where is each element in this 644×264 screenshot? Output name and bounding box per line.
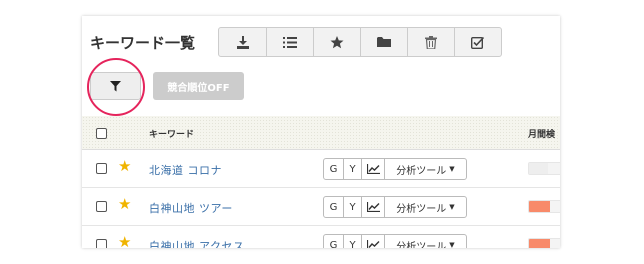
filter-icon bbox=[110, 80, 121, 91]
google-button[interactable]: G bbox=[324, 159, 343, 179]
row-action-group: G Y 分析ツール ▼ bbox=[323, 158, 467, 180]
star-icon[interactable]: ★ bbox=[118, 159, 131, 174]
volume-fill bbox=[529, 201, 550, 212]
check-button[interactable] bbox=[454, 28, 501, 56]
google-button[interactable]: G bbox=[324, 235, 343, 249]
monthly-search-volume-bar bbox=[528, 238, 560, 248]
analysis-tool-label: 分析ツール bbox=[396, 241, 447, 249]
monthly-search-volume-bar bbox=[528, 200, 560, 213]
caret-down-icon: ▼ bbox=[449, 203, 455, 211]
yahoo-button[interactable]: Y bbox=[343, 159, 361, 179]
caret-down-icon: ▼ bbox=[449, 241, 455, 248]
keyword-list-panel: キーワード一覧 競合順位OFF キーワード 月間検 ★ 北海道 コロナ G Y … bbox=[82, 16, 560, 248]
favorite-button[interactable] bbox=[313, 28, 360, 56]
folder-icon bbox=[377, 37, 391, 47]
keyword-link[interactable]: 白神山地 アクセス bbox=[149, 238, 244, 248]
delete-button[interactable] bbox=[407, 28, 454, 56]
chart-line-icon bbox=[366, 240, 379, 248]
row-checkbox[interactable] bbox=[96, 239, 107, 248]
analysis-tool-label: 分析ツール bbox=[396, 203, 447, 215]
page-title: キーワード一覧 bbox=[90, 34, 196, 52]
chart-button[interactable] bbox=[361, 159, 384, 179]
row-action-group: G Y 分析ツール ▼ bbox=[323, 234, 467, 248]
table-header: キーワード 月間検 bbox=[82, 116, 560, 150]
download-icon bbox=[236, 35, 249, 49]
folder-button[interactable] bbox=[360, 28, 407, 56]
table-row: ★ 白神山地 アクセス G Y 分析ツール ▼ bbox=[82, 226, 560, 248]
chart-line-icon bbox=[366, 164, 380, 174]
trash-icon bbox=[425, 35, 437, 49]
yahoo-button[interactable]: Y bbox=[343, 197, 361, 217]
analysis-tool-dropdown[interactable]: 分析ツール ▼ bbox=[384, 159, 466, 179]
google-button[interactable]: G bbox=[324, 197, 343, 217]
monthly-search-volume-bar bbox=[528, 162, 560, 175]
analysis-tool-dropdown[interactable]: 分析ツール ▼ bbox=[384, 197, 466, 217]
row-action-group: G Y 分析ツール ▼ bbox=[323, 196, 467, 218]
star-icon[interactable]: ★ bbox=[118, 235, 131, 249]
list-icon bbox=[283, 36, 297, 48]
volume-fill bbox=[529, 163, 548, 174]
keyword-column-header[interactable]: キーワード bbox=[149, 127, 194, 140]
volume-fill bbox=[529, 239, 550, 248]
caret-down-icon: ▼ bbox=[449, 165, 455, 173]
star-icon[interactable]: ★ bbox=[118, 197, 131, 212]
checkbox-icon bbox=[471, 36, 485, 49]
star-icon bbox=[330, 35, 344, 48]
chart-button[interactable] bbox=[361, 235, 384, 248]
row-checkbox[interactable] bbox=[96, 163, 107, 174]
keyword-link[interactable]: 北海道 コロナ bbox=[149, 162, 222, 178]
table-row: ★ 白神山地 ツアー G Y 分析ツール ▼ bbox=[82, 188, 560, 226]
select-all-checkbox[interactable] bbox=[96, 128, 107, 139]
toolbar bbox=[218, 27, 502, 57]
yahoo-button[interactable]: Y bbox=[343, 235, 361, 248]
list-button[interactable] bbox=[266, 28, 313, 56]
monthly-search-column-header[interactable]: 月間検 bbox=[528, 127, 555, 140]
table-row: ★ 北海道 コロナ G Y 分析ツール ▼ bbox=[82, 150, 560, 188]
analysis-tool-label: 分析ツール bbox=[396, 165, 447, 177]
download-button[interactable] bbox=[219, 28, 266, 56]
filter-button[interactable] bbox=[90, 72, 141, 100]
chart-button[interactable] bbox=[361, 197, 384, 217]
competitor-rank-toggle-button[interactable]: 競合順位OFF bbox=[153, 72, 244, 100]
keyword-link[interactable]: 白神山地 ツアー bbox=[149, 200, 233, 216]
chart-line-icon bbox=[366, 202, 380, 212]
analysis-tool-dropdown[interactable]: 分析ツール ▼ bbox=[384, 235, 466, 248]
row-checkbox[interactable] bbox=[96, 201, 107, 212]
